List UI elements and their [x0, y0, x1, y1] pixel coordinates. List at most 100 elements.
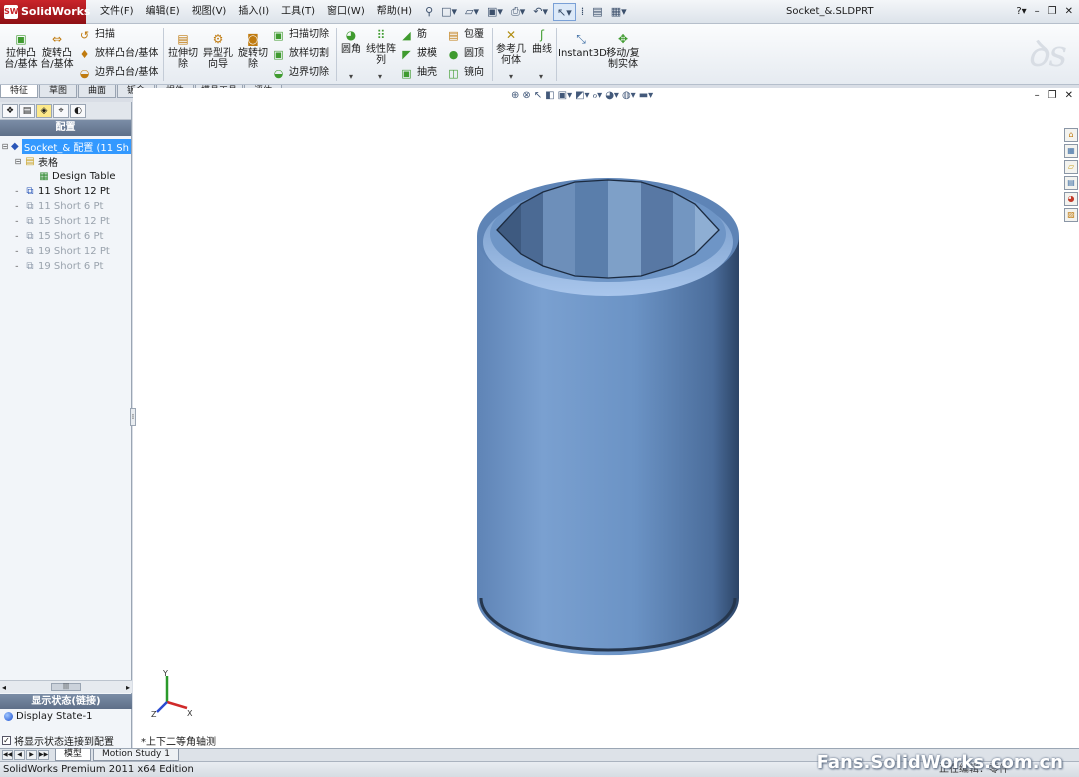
curves-button[interactable]: ʃ 曲线	[529, 28, 555, 55]
first-tab-icon[interactable]: ◀◀	[2, 750, 13, 760]
select-pointer-icon[interactable]: ↖▾	[553, 2, 576, 21]
extrude-boss-button[interactable]: ▣ 拉伸凸台/基体	[4, 32, 38, 70]
display-state-item[interactable]: Display State-1	[4, 711, 92, 722]
file-explorer-icon[interactable]: ▱	[1064, 160, 1078, 174]
linear-pattern-dropdown-icon[interactable]: ▾	[378, 72, 382, 81]
panel-splitter-handle[interactable]: ⁞	[130, 408, 136, 426]
print-icon[interactable]: ⎙▾	[508, 3, 528, 21]
view-orientation-icon[interactable]: ▣▾	[558, 90, 572, 101]
scroll-right-icon[interactable]: ▸	[126, 683, 130, 692]
zoom-to-area-icon[interactable]: ⊗	[522, 90, 530, 101]
instant3d-button[interactable]: ⤡ Instant3D	[558, 32, 607, 59]
save-icon[interactable]: ▣▾	[484, 3, 506, 21]
menu-help[interactable]: 帮助(H)	[371, 0, 418, 24]
apply-scene-icon[interactable]: ◍▾	[622, 90, 636, 101]
scrollbar-thumb[interactable]: |||	[51, 683, 81, 691]
configuration-manager-tab-icon[interactable]: ◈	[36, 104, 52, 118]
socket-3d-model[interactable]	[463, 158, 753, 678]
tab-model[interactable]: 模型	[55, 749, 92, 761]
menu-insert[interactable]: 插入(I)	[232, 0, 275, 24]
sweep-button[interactable]: ↺ 扫描	[78, 28, 115, 42]
rebuild-icon[interactable]: ⁞	[578, 3, 588, 21]
tree-config-item[interactable]: ╴ ⧉ 15 Short 6 Pt	[0, 229, 131, 244]
display-manager-tab-icon[interactable]: ◐	[70, 104, 86, 118]
help-icon[interactable]: ?▾	[1016, 0, 1026, 24]
tree-root-configurations[interactable]: ⊟ ◆ Socket_& 配置 (11 Sh	[0, 139, 131, 154]
restore-icon[interactable]: ❐	[1048, 0, 1057, 24]
swept-cut-button[interactable]: ▣ 扫描切除	[272, 28, 329, 42]
view-settings-icon[interactable]: ▬▾	[639, 90, 653, 101]
dome-button[interactable]: ● 圆顶	[447, 47, 484, 61]
edit-appearance-icon[interactable]: ◕▾	[605, 90, 619, 101]
scroll-left-icon[interactable]: ◂	[2, 683, 6, 692]
file-properties-icon[interactable]: ▤	[589, 3, 605, 21]
mirror-button[interactable]: ◫ 镜向	[447, 66, 484, 80]
previous-tab-icon[interactable]: ◀	[14, 750, 25, 760]
boundary-cut-button[interactable]: ◒ 边界切除	[272, 66, 329, 80]
minimize-icon[interactable]: –	[1035, 0, 1040, 24]
linear-pattern-button[interactable]: ⠿ 线性阵列	[366, 28, 396, 66]
menu-file[interactable]: 文件(F)	[94, 0, 140, 24]
shell-button[interactable]: ▣ 抽壳	[400, 66, 437, 80]
zoom-to-fit-icon[interactable]: ⊕	[511, 90, 519, 101]
viewport-close-icon[interactable]: ✕	[1065, 90, 1073, 101]
tree-config-item[interactable]: ╴ ⧉ 19 Short 6 Pt	[0, 259, 131, 274]
viewport-restore-icon[interactable]: ❐	[1048, 90, 1057, 101]
options-icon[interactable]: ▦▾	[608, 3, 630, 21]
rib-button[interactable]: ◢ 筋	[400, 28, 427, 42]
extrude-cut-button[interactable]: ▤ 拉伸切除	[166, 32, 200, 70]
undo-icon[interactable]: ↶▾	[530, 3, 551, 21]
tree-config-item[interactable]: ╴ ⧉ 11 Short 12 Pt	[0, 184, 131, 199]
app-logo[interactable]: SW SolidWorks	[0, 0, 90, 24]
tab-features[interactable]: 特征	[0, 85, 38, 98]
menu-edit[interactable]: 编辑(E)	[140, 0, 186, 24]
property-manager-tab-icon[interactable]: ▤	[19, 104, 35, 118]
revolve-cut-button[interactable]: ◙ 旋转切除	[237, 32, 269, 70]
lofted-cut-button[interactable]: ▣ 放样切割	[272, 47, 329, 61]
hole-wizard-button[interactable]: ⚙ 异型孔向导	[201, 32, 235, 70]
tree-design-table[interactable]: ▦ Design Table	[0, 169, 131, 184]
wrap-button[interactable]: ▤ 包覆	[447, 28, 484, 42]
tree-tables-folder[interactable]: ⊟ ▤ 表格	[0, 154, 131, 170]
design-library-icon[interactable]: ▦	[1064, 144, 1078, 158]
tree-config-item[interactable]: ╴ ⧉ 15 Short 12 Pt	[0, 214, 131, 229]
tree-horizontal-scrollbar[interactable]: ◂ ||| ▸	[0, 680, 132, 693]
menu-view[interactable]: 视图(V)	[186, 0, 233, 24]
link-display-state-checkbox[interactable]: ✓	[2, 736, 11, 745]
viewport-minimize-icon[interactable]: –	[1035, 90, 1040, 101]
previous-view-icon[interactable]: ↖	[534, 90, 542, 101]
section-view-icon[interactable]: ◧	[545, 90, 554, 101]
tab-motion-study[interactable]: Motion Study 1	[93, 749, 179, 761]
collapse-icon[interactable]: ⊟	[12, 157, 24, 166]
collapse-icon[interactable]: ⊟	[0, 142, 10, 151]
new-document-icon[interactable]: □▾	[438, 3, 460, 21]
open-document-icon[interactable]: ▱▾	[462, 3, 482, 21]
boundary-boss-button[interactable]: ◒ 边界凸台/基体	[78, 66, 159, 80]
tab-surfaces[interactable]: 曲面	[78, 85, 116, 98]
fillet-button[interactable]: ◕ 圆角	[338, 28, 364, 55]
close-icon[interactable]: ✕	[1065, 0, 1073, 24]
tree-config-item[interactable]: ╴ ⧉ 19 Short 12 Pt	[0, 244, 131, 259]
revolve-boss-button[interactable]: ⇔ 旋转凸台/基体	[40, 32, 74, 70]
appearances-scenes-icon[interactable]: ◕	[1064, 192, 1078, 206]
move-copy-body-button[interactable]: ✥ 移动/复制实体	[606, 32, 640, 70]
last-tab-icon[interactable]: ▶▶	[38, 750, 49, 760]
link-display-state-checkbox-row[interactable]: ✓ 将显示状态连接到配置	[2, 733, 114, 748]
menu-tools[interactable]: 工具(T)	[275, 0, 321, 24]
dimxpert-tab-icon[interactable]: ⌖	[53, 104, 69, 118]
tree-config-item[interactable]: ╴ ⧉ 11 Short 6 Pt	[0, 199, 131, 214]
tab-sketch[interactable]: 草图	[39, 85, 77, 98]
feature-manager-tab-icon[interactable]: ❖	[2, 104, 18, 118]
menu-window[interactable]: 窗口(W)	[321, 0, 371, 24]
next-tab-icon[interactable]: ▶	[26, 750, 37, 760]
solidworks-resources-icon[interactable]: ⌂	[1064, 128, 1078, 142]
custom-properties-icon[interactable]: ▨	[1064, 208, 1078, 222]
reference-geometry-dropdown-icon[interactable]: ▾	[509, 72, 513, 81]
view-palette-icon[interactable]: ▤	[1064, 176, 1078, 190]
display-style-icon[interactable]: ◩▾	[575, 90, 589, 101]
hide-show-items-icon[interactable]: ℴ▾	[593, 90, 603, 101]
fillet-dropdown-icon[interactable]: ▾	[349, 72, 353, 81]
reference-geometry-button[interactable]: ✕ 参考几何体	[495, 28, 527, 66]
pin-icon[interactable]: ⚲	[422, 3, 436, 21]
loft-button[interactable]: ♦ 放样凸台/基体	[78, 47, 159, 61]
